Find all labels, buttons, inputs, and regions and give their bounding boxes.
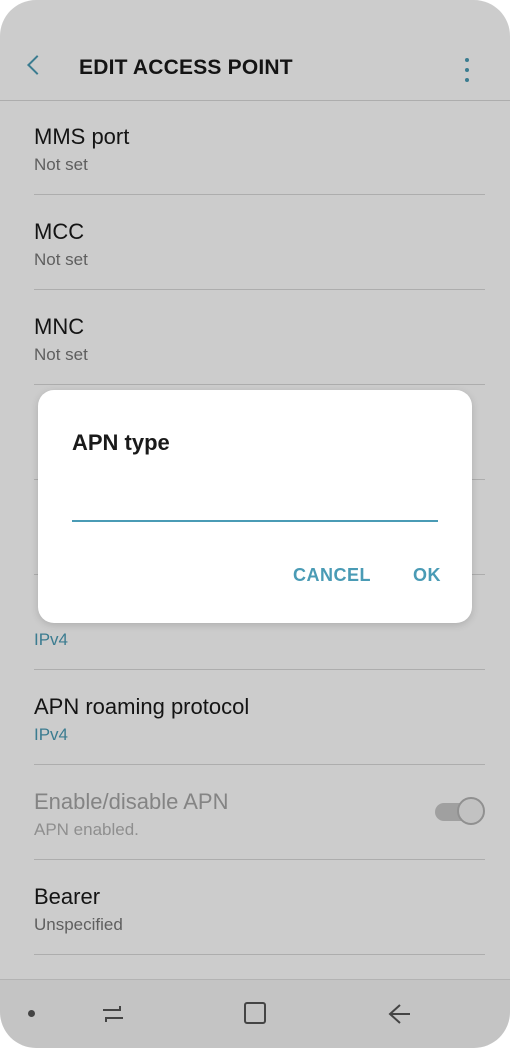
ok-button[interactable]: OK	[413, 565, 441, 586]
phone-screen: 100% 10:00 EDIT ACCESS POINT MMS port No…	[0, 0, 510, 1048]
cancel-button[interactable]: CANCEL	[293, 565, 371, 586]
apn-type-input[interactable]	[72, 484, 438, 522]
dialog-title: APN type	[72, 430, 170, 455]
apn-type-dialog: APN type CANCEL OK	[38, 390, 472, 623]
